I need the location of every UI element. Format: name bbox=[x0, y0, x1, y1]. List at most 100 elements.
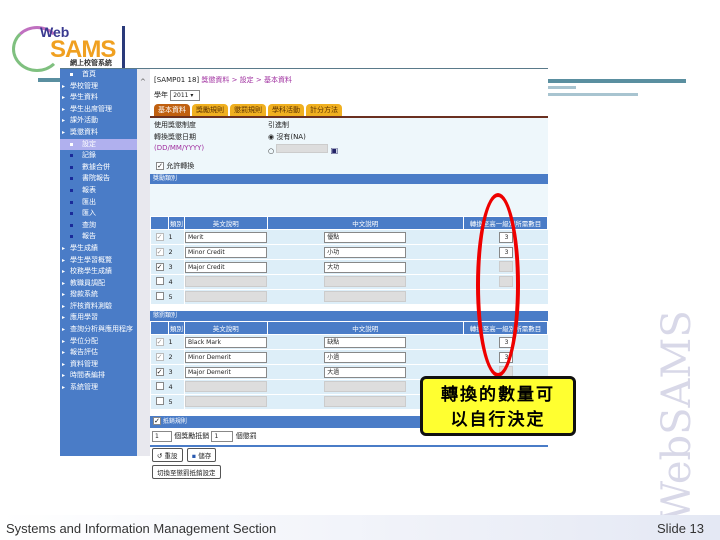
offset-demerit-input[interactable]: 1 bbox=[211, 431, 234, 442]
field-label: 使用獎懲制度 bbox=[154, 121, 196, 129]
english-desc-input[interactable]: Major Demerit bbox=[185, 366, 267, 378]
row-number: 2 bbox=[168, 349, 185, 365]
tab[interactable]: 計分方法 bbox=[306, 104, 342, 116]
chinese-desc-input[interactable] bbox=[324, 380, 407, 392]
row-checkbox[interactable]: ✓ bbox=[155, 233, 164, 241]
offset-merit-input[interactable]: 1 bbox=[152, 431, 172, 442]
row-number: 5 bbox=[168, 394, 185, 410]
sidebar-item[interactable]: 匯入 bbox=[60, 208, 137, 220]
chinese-desc-input[interactable]: 優點 bbox=[324, 231, 407, 243]
column-header: 中文說明 bbox=[266, 216, 464, 230]
sidebar-item[interactable]: 匯出 bbox=[60, 197, 137, 209]
tab[interactable]: 懲罰規則 bbox=[230, 104, 266, 116]
radio-date[interactable]: ○ ▣ bbox=[268, 144, 338, 155]
column-header: 中文說明 bbox=[266, 321, 464, 335]
chinese-desc-input[interactable]: 缺點 bbox=[324, 336, 407, 348]
sidebar-item[interactable]: 課外活動 bbox=[60, 115, 137, 127]
tab[interactable]: 學科活動 bbox=[268, 104, 304, 116]
red-highlight-ellipse bbox=[476, 193, 520, 377]
english-desc-input[interactable] bbox=[185, 395, 267, 407]
row-checkbox[interactable] bbox=[155, 277, 164, 285]
sidebar-item[interactable]: 學校管理 bbox=[60, 81, 137, 93]
row-checkbox[interactable]: ✓ bbox=[155, 263, 164, 271]
decor-bar bbox=[548, 86, 576, 89]
decor-bar bbox=[548, 79, 686, 83]
sidebar-item[interactable]: 記錄 bbox=[60, 150, 137, 162]
slide-number: Slide 13 bbox=[657, 521, 704, 536]
sidebar-item[interactable]: 學生出席管理 bbox=[60, 104, 137, 116]
callout-line: 轉換的數量可 bbox=[441, 385, 555, 405]
column-header: 英文說明 bbox=[184, 321, 268, 335]
sidebar-item[interactable]: 查詢 bbox=[60, 220, 137, 232]
tab[interactable]: 基本資料 bbox=[154, 104, 190, 116]
chinese-desc-input[interactable]: 小功 bbox=[324, 246, 407, 258]
english-desc-input[interactable] bbox=[185, 275, 267, 287]
sidebar-item[interactable]: 學生學習概覽 bbox=[60, 255, 137, 267]
english-desc-input[interactable]: Black Mark bbox=[185, 336, 267, 348]
row-number: 2 bbox=[168, 244, 185, 260]
sidebar-item[interactable]: 查詢分析與應用程序 bbox=[60, 324, 137, 336]
sidebar-item[interactable]: 學生成績 bbox=[60, 243, 137, 255]
row-checkbox[interactable] bbox=[155, 292, 164, 300]
english-desc-input[interactable]: Minor Demerit bbox=[185, 351, 267, 363]
sidebar-item[interactable]: 設定 bbox=[60, 138, 137, 151]
chinese-desc-input[interactable]: 小過 bbox=[324, 351, 407, 363]
sidebar-item[interactable]: 評核資料測驗 bbox=[60, 301, 137, 313]
row-checkbox[interactable] bbox=[155, 382, 164, 390]
year-label: 學年 bbox=[154, 91, 168, 99]
sidebar-item[interactable]: 首頁 bbox=[60, 69, 137, 81]
row-checkbox[interactable]: ✓ bbox=[155, 248, 164, 256]
sidebar-item[interactable]: 獎懲資料 bbox=[60, 127, 137, 139]
row-checkbox[interactable]: ✓ bbox=[155, 368, 164, 376]
slide-footer: Systems and Information Management Secti… bbox=[0, 515, 720, 540]
row-number: 1 bbox=[168, 229, 185, 245]
decor-bar bbox=[548, 93, 638, 96]
english-desc-input[interactable] bbox=[185, 290, 267, 302]
sidebar-item[interactable]: 撥款系統 bbox=[60, 289, 137, 301]
sidebar-item[interactable]: 報告 bbox=[60, 231, 137, 243]
sidebar-item[interactable]: 應用學習 bbox=[60, 312, 137, 324]
callout-box: 轉換的數量可 以自行決定 bbox=[420, 376, 576, 436]
english-desc-input[interactable]: Merit bbox=[185, 231, 267, 243]
sidebar-item[interactable]: 報告評估 bbox=[60, 347, 137, 359]
sidebar-item[interactable]: 資料管理 bbox=[60, 359, 137, 371]
tab[interactable]: 獎勵規則 bbox=[192, 104, 228, 116]
sidebar-item[interactable]: 教職員調配 bbox=[60, 278, 137, 290]
english-desc-input[interactable]: Major Credit bbox=[185, 261, 267, 273]
calendar-icon: ▣ bbox=[330, 146, 339, 155]
sidebar-item[interactable]: 書院報告 bbox=[60, 173, 137, 185]
switch-offset-button[interactable]: 切換至懲罰抵銷設定 bbox=[152, 465, 221, 479]
offset-checkbox[interactable]: ✓ bbox=[153, 417, 161, 425]
row-checkbox[interactable]: ✓ bbox=[155, 338, 164, 346]
english-desc-input[interactable] bbox=[185, 380, 267, 392]
row-number: 4 bbox=[168, 379, 185, 395]
sidebar-item[interactable]: 學位分配 bbox=[60, 336, 137, 348]
sidebar-item[interactable]: 時間表編排 bbox=[60, 370, 137, 382]
save-button[interactable]: ▪ 儲存 bbox=[186, 448, 217, 462]
sidebar-item[interactable]: 學生資料 bbox=[60, 92, 137, 104]
reset-button[interactable]: ↺ 重設 bbox=[152, 448, 183, 462]
sidebar-item[interactable]: 報表 bbox=[60, 185, 137, 197]
radio-na[interactable]: ◉ 沒有(NA) bbox=[268, 132, 306, 142]
sidebar-item[interactable]: 系統管理 bbox=[60, 382, 137, 394]
row-number: 3 bbox=[168, 259, 185, 275]
chinese-desc-input[interactable] bbox=[324, 275, 407, 287]
scrollbar[interactable]: ^ bbox=[137, 69, 150, 456]
row-checkbox[interactable]: ✓ bbox=[155, 353, 164, 361]
chinese-desc-input[interactable] bbox=[324, 290, 407, 302]
row-checkbox[interactable] bbox=[155, 397, 164, 405]
merit-section-title: 獎勵類別 bbox=[150, 174, 548, 184]
decor-bar bbox=[38, 78, 62, 82]
english-desc-input[interactable]: Minor Credit bbox=[185, 246, 267, 258]
tab-bar: 基本資料 獎勵規則 懲罰規則 學科活動 計分方法 bbox=[150, 101, 548, 118]
breadcrumb[interactable]: 獎懲資料 > 設定 > 基本資料 bbox=[201, 76, 292, 84]
sidebar-item[interactable]: 校務學生成績 bbox=[60, 266, 137, 278]
allow-convert-checkbox[interactable]: ✓ 允許轉換 bbox=[156, 161, 194, 171]
sidebar-item[interactable]: 數據合併 bbox=[60, 162, 137, 174]
chinese-desc-input[interactable]: 大功 bbox=[324, 261, 407, 273]
websams-logo: Web SAMS 網上校管系統 bbox=[12, 22, 122, 72]
chinese-desc-input[interactable] bbox=[324, 395, 407, 407]
year-select[interactable]: 2011 ▾ bbox=[170, 90, 201, 101]
chinese-desc-input[interactable]: 大過 bbox=[324, 366, 407, 378]
logo-divider bbox=[122, 26, 125, 68]
